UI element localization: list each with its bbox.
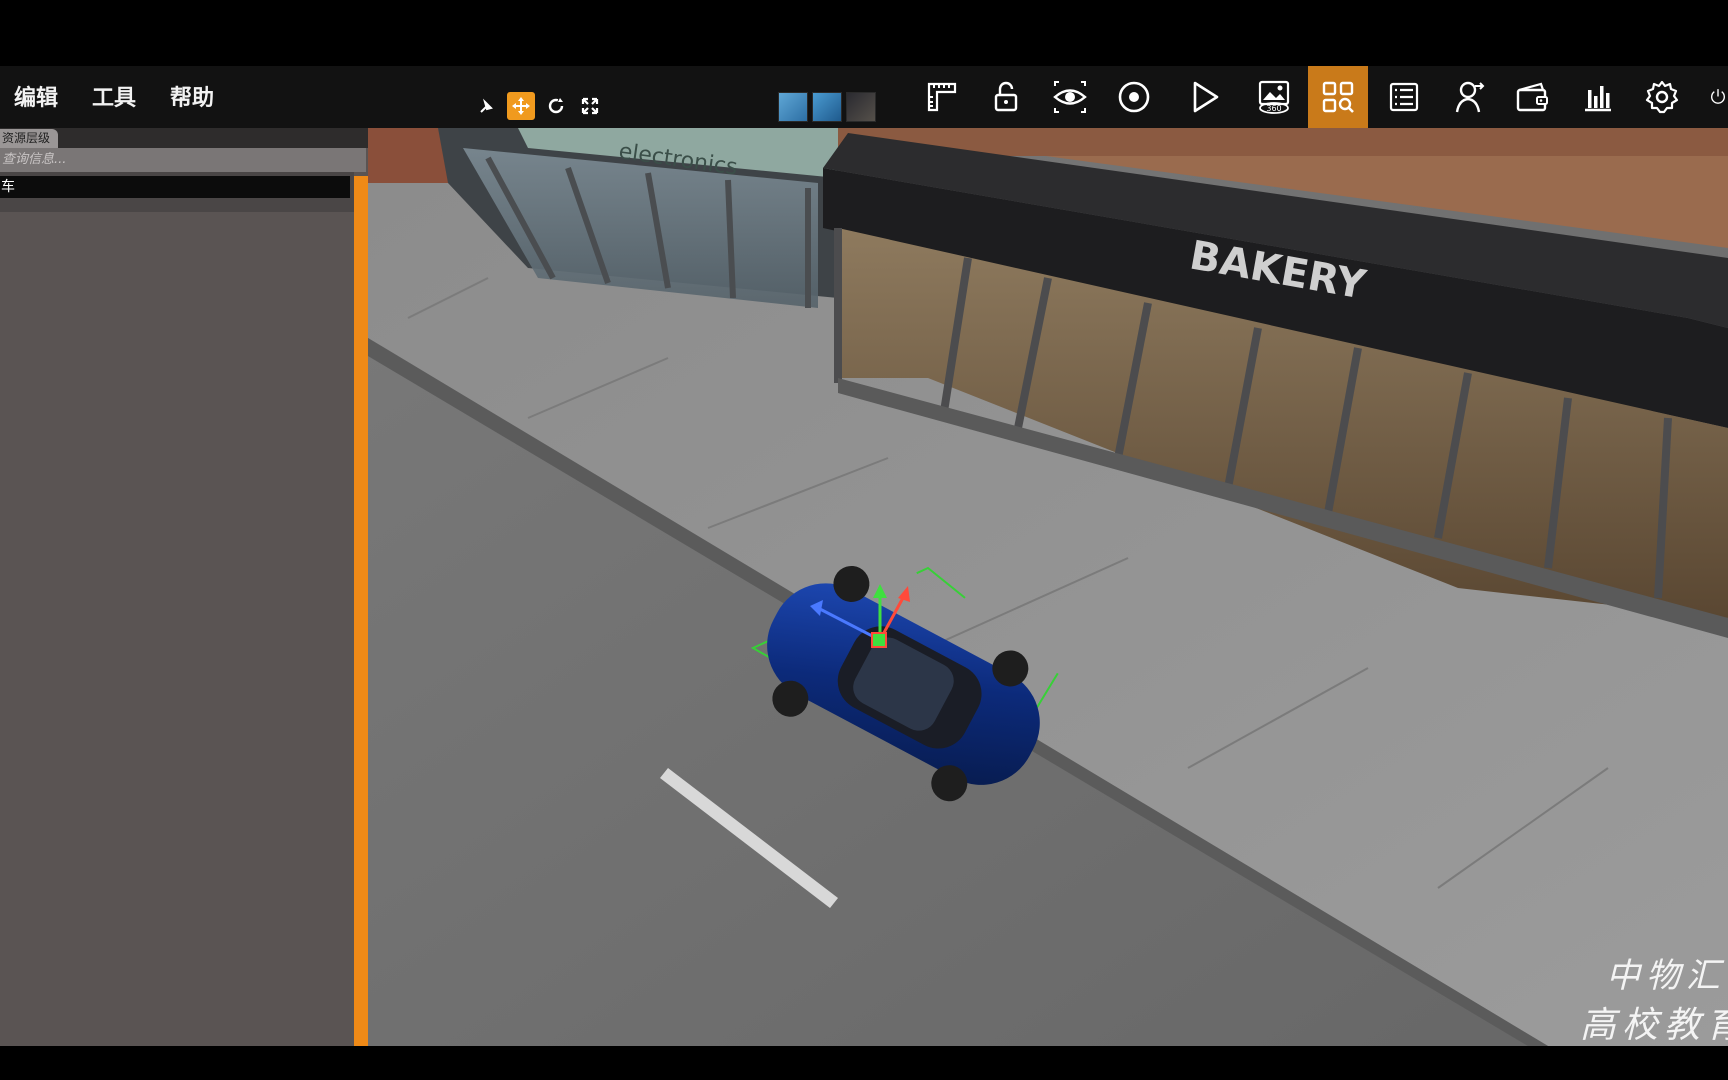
scene-thumbnail-2[interactable]: [812, 92, 842, 122]
rotate-icon: [548, 98, 564, 114]
record-button[interactable]: [1104, 66, 1164, 128]
gear-icon: [1645, 80, 1679, 114]
top-black-bar: [0, 0, 1728, 66]
power-button[interactable]: [1696, 66, 1728, 128]
menu-help[interactable]: 帮助: [170, 80, 214, 112]
list-button[interactable]: [1374, 66, 1434, 128]
search-input[interactable]: 查询信息...: [0, 148, 366, 172]
scene-canvas: electronics BAKERY: [368, 128, 1728, 1046]
watermark-line-1: 中物汇: [1606, 956, 1726, 996]
user-move-button[interactable]: [1438, 66, 1498, 128]
grid-search-icon: [1322, 81, 1354, 113]
grid-search-button[interactable]: [1308, 66, 1368, 128]
tab-resource-hierarchy[interactable]: 资源层级: [0, 129, 58, 148]
menu-edit[interactable]: 编辑: [14, 80, 58, 112]
select-tool-button[interactable]: [474, 92, 502, 120]
panorama-label: 360: [1266, 104, 1281, 113]
play-icon: [1193, 81, 1219, 113]
menu-tools[interactable]: 工具: [92, 80, 136, 112]
move-icon: [512, 97, 530, 115]
scene-thumbnail-3[interactable]: [846, 92, 876, 122]
select-icon: [480, 98, 493, 113]
eye-icon: [1053, 81, 1087, 113]
scale-icon: [581, 97, 599, 115]
settings-button[interactable]: [1632, 66, 1692, 128]
watermark-line-2: 高校教育: [1580, 1005, 1728, 1046]
lock-button[interactable]: [976, 66, 1036, 128]
move-tool-button[interactable]: [507, 92, 535, 120]
play-button[interactable]: [1174, 66, 1234, 128]
wallet-button[interactable]: [1502, 66, 1562, 128]
lock-icon: [994, 81, 1018, 112]
bottom-black-bar: [0, 1046, 1728, 1080]
scale-tool-button[interactable]: [576, 92, 604, 120]
panorama-360-icon: 360: [1258, 80, 1290, 114]
ruler-button[interactable]: [912, 66, 972, 128]
view-button[interactable]: [1040, 66, 1100, 128]
list-icon: [1389, 82, 1419, 112]
hierarchy-panel: 资源层级 查询信息... 车: [0, 128, 368, 1046]
scene-thumbnail-1[interactable]: [778, 92, 808, 122]
tree-item-car[interactable]: 车: [0, 176, 350, 198]
record-icon: [1118, 81, 1150, 113]
user-move-icon: [1455, 81, 1485, 113]
ruler-icon: [927, 82, 957, 112]
wallet-icon: [1516, 82, 1548, 112]
bar-chart-icon: [1585, 86, 1611, 112]
rotate-tool-button[interactable]: [542, 92, 570, 120]
brick-wall: [368, 128, 448, 183]
panel-resize-handle[interactable]: [354, 176, 368, 1046]
power-icon: [1711, 89, 1725, 104]
scene-viewport[interactable]: electronics BAKERY: [368, 128, 1728, 1046]
statistics-button[interactable]: [1568, 66, 1628, 128]
panorama-button[interactable]: 360: [1244, 66, 1304, 128]
